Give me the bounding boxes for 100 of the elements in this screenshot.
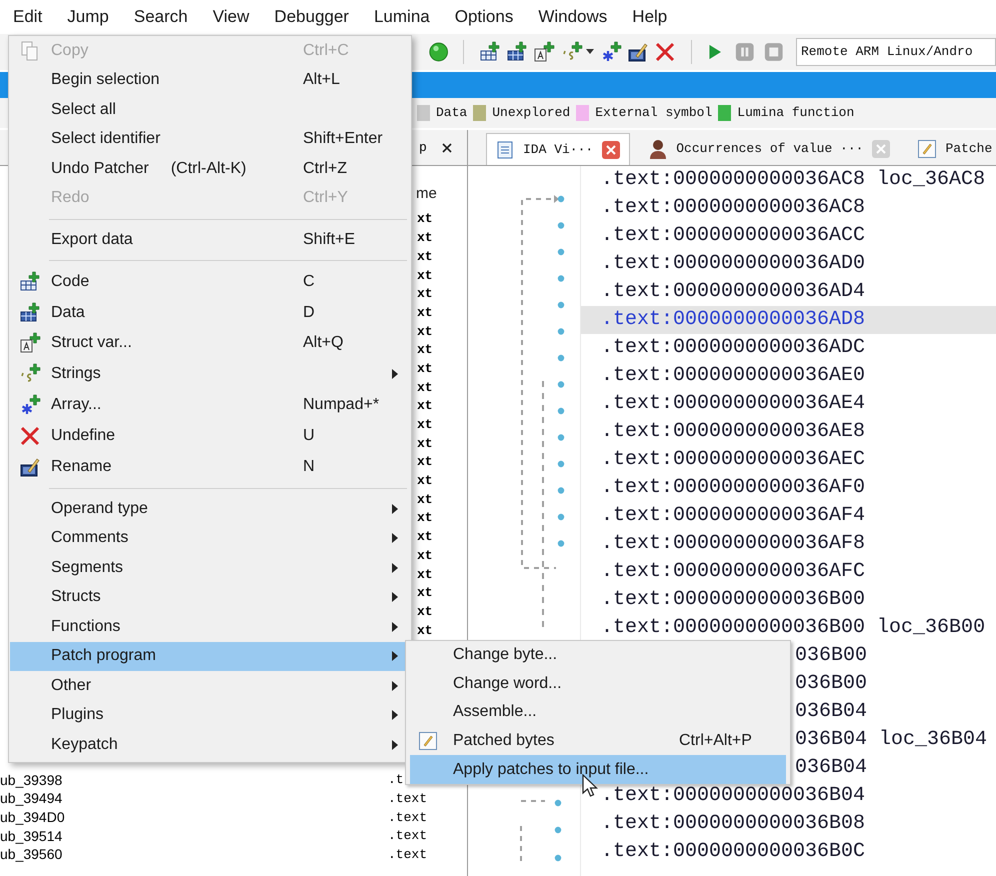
code-label: loc_36B00 bbox=[877, 618, 986, 638]
submenu-arrow-icon bbox=[391, 622, 399, 632]
shortcut-label: U bbox=[303, 426, 315, 444]
code-line[interactable]: .text:0000000000036ADC bbox=[601, 338, 866, 358]
shortcut-label: C bbox=[303, 272, 315, 290]
table-cell-text: ub_39514 bbox=[0, 828, 64, 843]
code-line[interactable]: 036B00 bbox=[795, 641, 868, 671]
menu-item[interactable]: Strings bbox=[10, 358, 410, 390]
menu-item[interactable]: Other bbox=[10, 671, 410, 701]
code-line[interactable]: .text:0000000000036AE4 bbox=[601, 394, 866, 414]
menu-item[interactable]: Structs bbox=[10, 582, 410, 612]
table-cell: xt bbox=[417, 268, 433, 282]
box-plus-icon bbox=[532, 41, 555, 63]
debugger-select[interactable]: Remote ARM Linux/Andro bbox=[796, 38, 996, 66]
menu-item[interactable]: Undefine U bbox=[10, 420, 410, 452]
circle-icon[interactable] bbox=[428, 40, 450, 64]
menu-item[interactable]: Change byte... bbox=[410, 641, 786, 670]
table-cell: .text bbox=[388, 810, 428, 824]
view-tab[interactable]: IDA Vi··· bbox=[486, 133, 630, 165]
menu-item[interactable]: Select identifier Shift+Enter bbox=[10, 124, 410, 154]
menu-item[interactable]: Struct var... Alt+Q bbox=[10, 328, 410, 359]
menubar-item[interactable]: Search bbox=[124, 4, 198, 30]
menu-item[interactable]: Functions bbox=[10, 612, 410, 642]
legend-label: External symbol bbox=[595, 104, 712, 122]
menubar-item[interactable]: Jump bbox=[57, 4, 119, 30]
view-tab[interactable]: Patche bbox=[909, 133, 996, 165]
menu-item[interactable]: Array... Numpad+* bbox=[10, 390, 410, 420]
close-icon[interactable] bbox=[440, 142, 453, 154]
table-plus-icon bbox=[506, 41, 528, 63]
code-line[interactable]: 036B04 bbox=[795, 725, 868, 755]
dropdown-caret-icon[interactable] bbox=[585, 48, 596, 56]
menubar-item[interactable]: Options bbox=[444, 4, 524, 30]
code-line[interactable]: .text:0000000000036AEC bbox=[601, 450, 866, 470]
menu-item[interactable]: Select all bbox=[10, 95, 410, 124]
menu-item[interactable]: Plugins bbox=[10, 700, 410, 730]
table-cell: .text bbox=[388, 792, 428, 805]
table-cell: xt bbox=[417, 455, 433, 468]
menubar-item[interactable]: Edit bbox=[3, 4, 52, 30]
column-header[interactable]: me bbox=[416, 183, 437, 206]
code-label: loc_36B04 bbox=[879, 727, 988, 753]
submenu-arrow-icon bbox=[391, 740, 399, 750]
code-line[interactable]: .text:0000000000036AE8 bbox=[601, 422, 866, 442]
menu-item[interactable]: Begin selection Alt+L bbox=[10, 66, 410, 95]
menu-item[interactable]: Export data Shift+E bbox=[10, 225, 410, 254]
table-cell: xt bbox=[417, 287, 433, 300]
code-line[interactable]: 036B04 bbox=[795, 753, 868, 783]
table-cell: xt bbox=[417, 492, 433, 506]
shortcut-label: N bbox=[303, 458, 315, 475]
code-line[interactable]: .text:0000000000036AD0 bbox=[601, 254, 866, 274]
code-line[interactable]: 036B04 bbox=[795, 697, 868, 727]
shortcut-label: Numpad+* bbox=[303, 396, 380, 414]
code-line[interactable]: .text:0000000000036AF4 bbox=[601, 506, 866, 526]
code-line[interactable]: .text:0000000000036ACC bbox=[601, 226, 866, 246]
code-line[interactable]: .text:0000000000036AE0 bbox=[601, 366, 866, 386]
table-cell: xt bbox=[417, 474, 433, 488]
menubar-item[interactable]: Help bbox=[622, 4, 678, 30]
code-line[interactable]: .text:0000000000036B0C bbox=[601, 842, 866, 862]
menu-item[interactable]: Patched bytes Ctrl+Alt+P bbox=[410, 726, 786, 756]
menubar-item[interactable]: Debugger bbox=[264, 4, 359, 30]
code-line[interactable]: .text:0000000000036B08 bbox=[601, 814, 866, 834]
shortcut-label: Shift+E bbox=[303, 230, 356, 248]
table-plus-icon bbox=[19, 270, 41, 293]
note-pencil-icon bbox=[917, 139, 938, 159]
table-plus-icon bbox=[19, 302, 41, 324]
menu-item[interactable]: Change word... bbox=[410, 670, 786, 698]
menu-item[interactable]: Undo Patcher (Ctrl-Alt-K) Ctrl+Z bbox=[10, 154, 410, 184]
code-line[interactable]: .text:0000000000036B00 bbox=[601, 590, 866, 610]
code-line[interactable]: .text:0000000000036AFC bbox=[601, 562, 866, 582]
code-line[interactable]: .text:0000000000036AF0 bbox=[601, 478, 866, 498]
menu-item[interactable]: Assemble... bbox=[410, 698, 786, 727]
table-cell: xt bbox=[417, 399, 433, 412]
table-cell-text: ub_39560 bbox=[0, 847, 64, 862]
menubar-item[interactable]: Lumina bbox=[364, 4, 440, 30]
view-tab[interactable]: Occurrences of value ··· bbox=[640, 133, 900, 165]
table-cell: xt bbox=[417, 548, 433, 562]
shortcut-label: Ctrl+Alt+P bbox=[679, 731, 752, 752]
menubar-item[interactable]: Windows bbox=[528, 4, 618, 30]
table-cell: .text bbox=[388, 848, 428, 861]
menu-item[interactable]: Code C bbox=[10, 266, 410, 298]
code-line[interactable]: .text:0000000000036B00 bbox=[601, 618, 866, 638]
cross-icon bbox=[654, 41, 676, 63]
code-line[interactable]: .text:0000000000036B04 bbox=[601, 786, 866, 806]
menu-item[interactable]: Comments bbox=[10, 524, 410, 554]
menu-item[interactable]: Data D bbox=[10, 297, 410, 328]
menu-item[interactable]: Segments bbox=[10, 553, 410, 583]
code-line[interactable]: .text:0000000000036AC8 bbox=[601, 170, 866, 190]
menu-item[interactable]: Apply patches to input file... bbox=[410, 755, 786, 784]
submenu-arrow-icon bbox=[391, 504, 399, 514]
menu-item[interactable]: Rename N bbox=[10, 451, 410, 482]
menubar-item[interactable]: View bbox=[202, 4, 260, 30]
panel-tab-label[interactable]: p bbox=[419, 138, 427, 158]
code-line[interactable]: .text:0000000000036AD4 bbox=[601, 282, 866, 302]
table-cell: .t bbox=[388, 773, 404, 786]
submenu-arrow-icon bbox=[391, 592, 399, 602]
menu-item[interactable]: Operand type bbox=[10, 494, 410, 524]
code-line[interactable]: .text:0000000000036AC8 bbox=[601, 198, 866, 218]
table-cell: xt bbox=[417, 418, 433, 431]
code-line[interactable]: 036B00 bbox=[795, 669, 868, 699]
code-line[interactable]: .text:0000000000036AF8 bbox=[601, 534, 866, 554]
menu-item[interactable]: Keypatch bbox=[10, 730, 410, 760]
